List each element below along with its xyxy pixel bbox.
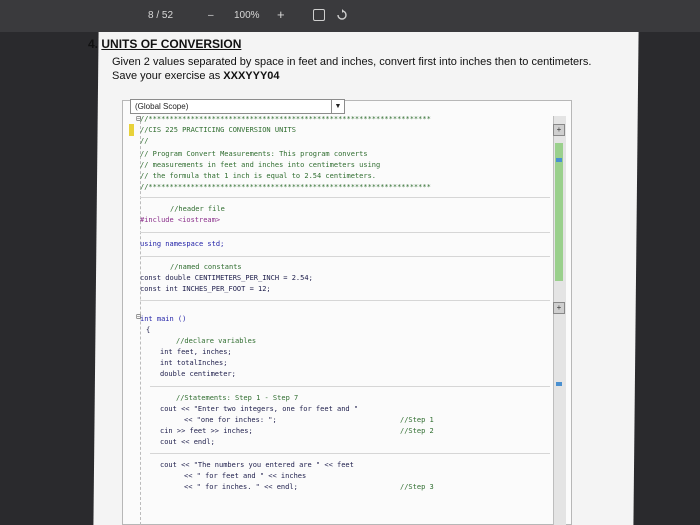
code-comment: //Step 3 — [400, 483, 434, 491]
instruction-save-text: Save your exercise as — [112, 70, 224, 82]
code-comment: //Step 1 — [400, 416, 434, 424]
code-line: int totalInches; — [160, 359, 228, 367]
code-line: cout << "The numbers you entered are " <… — [160, 461, 354, 469]
code-line: { — [146, 326, 151, 334]
code-line: // — [140, 137, 149, 145]
code-line: // Program Convert Measurements: This pr… — [140, 150, 368, 158]
code-line: //**************************************… — [140, 183, 431, 191]
code-line: int feet, inches; — [160, 348, 232, 356]
separator — [140, 232, 550, 233]
rotate-icon[interactable] — [336, 9, 348, 21]
expand-icon[interactable]: + — [553, 124, 565, 136]
scope-dropdown[interactable]: (Global Scope) ▼ — [130, 99, 345, 114]
instruction-line-1: Given 2 values separated by space in fee… — [112, 56, 592, 68]
zoom-out-button[interactable]: – — [208, 10, 214, 21]
code-line: //CIS 225 PRACTICING CONVERSION UNITS — [140, 126, 296, 134]
scope-dropdown-value: (Global Scope) — [135, 102, 189, 111]
code-line: //named constants — [170, 263, 242, 271]
scroll-marker — [556, 382, 562, 386]
instruction-file-name: XXXYYY04 — [223, 70, 280, 82]
change-marker — [129, 124, 134, 136]
code-line: //**************************************… — [140, 115, 431, 123]
code-comment: //Step 2 — [400, 427, 434, 435]
code-line: //declare variables — [176, 337, 257, 345]
code-line: //header file — [170, 205, 225, 213]
separator — [150, 453, 550, 454]
code-line: double centimeter; — [160, 370, 236, 378]
code-line: cout << "Enter two integers, one for fee… — [160, 405, 359, 413]
code-line: //Statements: Step 1 - Step 7 — [176, 394, 299, 402]
exercise-number: 4. — [88, 37, 99, 51]
scrollbar-thumb[interactable] — [555, 143, 563, 281]
code-line: #include <iostream> — [140, 216, 221, 224]
separator — [140, 256, 550, 257]
code-line: const double CENTIMETERS_PER_INCH = 2.54… — [140, 274, 313, 282]
code-line: << "one for inches: "; — [184, 416, 277, 424]
chevron-down-icon[interactable]: ▼ — [331, 100, 344, 113]
code-line: << " for feet and " << inches — [184, 472, 307, 480]
fit-page-icon[interactable] — [313, 9, 325, 21]
instruction-line-2: Save your exercise as XXXYYY04 — [112, 70, 280, 82]
scroll-marker — [556, 158, 562, 162]
code-line: using namespace std; — [140, 240, 225, 248]
separator — [140, 197, 550, 198]
page-counter: 8 / 52 — [148, 10, 174, 21]
code-line: // measurements in feet and inches into … — [140, 161, 381, 169]
exercise-title: UNITS OF CONVERSION — [101, 37, 242, 51]
separator — [150, 386, 550, 387]
zoom-level: 100% — [234, 10, 260, 21]
expand-icon[interactable]: + — [553, 302, 565, 314]
code-line: int main () — [140, 315, 187, 323]
code-line: // the formula that 1 inch is equal to 2… — [140, 172, 377, 180]
viewer-toolbar: 8 / 52 – 100% + — [0, 0, 700, 32]
separator — [140, 300, 550, 301]
code-line: cin >> feet >> inches; — [160, 427, 253, 435]
exercise-heading: 4. UNITS OF CONVERSION — [88, 37, 241, 51]
code-line: const int INCHES_PER_FOOT = 12; — [140, 285, 271, 293]
code-line: << " for inches. " << endl; — [184, 483, 298, 491]
code-line: cout << endl; — [160, 438, 215, 446]
zoom-in-button[interactable]: + — [277, 7, 285, 22]
